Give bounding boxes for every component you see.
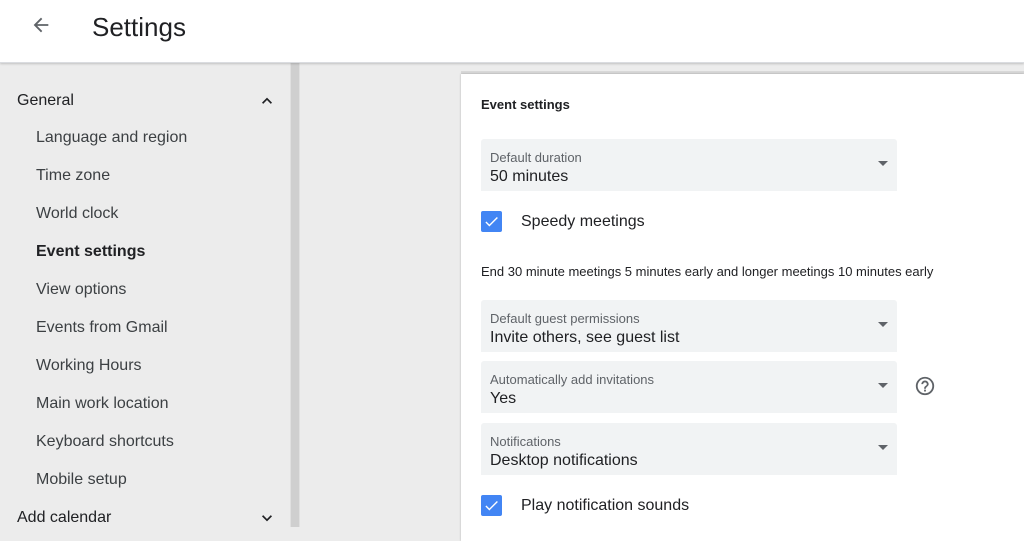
page-title: Settings [92, 12, 186, 42]
sidebar-item-working-hours[interactable]: Working Hours [0, 348, 290, 386]
sidebar-item-world-clock[interactable]: World clock [0, 196, 290, 234]
sidebar-item-label: Language and region [36, 129, 188, 146]
sidebar-item-label: Main work location [36, 395, 169, 412]
sidebar-item-label: Events from Gmail [36, 319, 168, 336]
back-button[interactable] [24, 8, 58, 42]
select-value: Desktop notifications [490, 452, 638, 469]
select-label: Automatically add invitations [490, 372, 655, 387]
dropdown-caret-icon [878, 161, 888, 166]
speedy-meetings-label: Speedy meetings [521, 213, 645, 230]
sidebar-item-label: View options [36, 281, 127, 298]
select-label: Default guest permissions [490, 311, 640, 326]
sidebar-item-language-and-region[interactable]: Language and region [0, 120, 290, 158]
sidebar-scrollbar-thumb[interactable] [291, 63, 299, 527]
select-value: Yes [490, 390, 517, 407]
sidebar-item-label: Time zone [36, 167, 111, 184]
chevron-down-icon [262, 515, 272, 522]
guest-permissions-select[interactable]: Default guest permissions Invite others,… [481, 300, 897, 352]
dropdown-caret-icon [878, 445, 888, 450]
arrow-back-icon [33, 17, 49, 33]
default-duration-select[interactable]: Default duration 50 minutes [481, 139, 897, 191]
sidebar-item-label: Keyboard shortcuts [36, 433, 174, 450]
sidebar-section-add-calendar[interactable]: Add calendar [0, 499, 290, 537]
chevron-up-icon [262, 97, 272, 104]
sidebar-item-label: World clock [36, 205, 119, 222]
select-value: 50 minutes [490, 168, 569, 185]
sidebar-item-events-from-gmail[interactable]: Events from Gmail [0, 310, 290, 348]
dropdown-caret-icon [878, 322, 888, 327]
select-label: Default duration [490, 150, 582, 165]
play-sounds-label: Play notification sounds [521, 497, 690, 514]
sidebar-item-label: Mobile setup [36, 471, 127, 488]
help-circle-icon[interactable] [914, 375, 936, 397]
app-header: Settings [0, 0, 1024, 63]
sidebar-section-label: General [17, 92, 74, 109]
sidebar-item-keyboard-shortcuts[interactable]: Keyboard shortcuts [0, 424, 290, 462]
section-heading: Event settings [481, 97, 570, 112]
speedy-meetings-description: End 30 minute meetings 5 minutes early a… [481, 264, 934, 279]
select-label: Notifications [490, 434, 561, 449]
sidebar-item-label: Event settings [36, 243, 146, 260]
speedy-meetings-checkbox-row[interactable]: Speedy meetings [481, 211, 681, 235]
sidebar-item-time-zone[interactable]: Time zone [0, 158, 290, 196]
play-sounds-checkbox[interactable] [481, 495, 502, 516]
play-sounds-checkbox-row[interactable]: Play notification sounds [481, 495, 721, 519]
add-invitations-select[interactable]: Automatically add invitations Yes [481, 361, 897, 413]
dropdown-caret-icon [878, 383, 888, 388]
notifications-select[interactable]: Notifications Desktop notifications [481, 423, 897, 475]
sidebar-item-event-settings[interactable]: Event settings [0, 234, 290, 272]
checkmark-icon [485, 216, 498, 227]
previous-card-edge [461, 63, 1024, 74]
sidebar-item-view-options[interactable]: View options [0, 272, 290, 310]
speedy-meetings-checkbox[interactable] [481, 211, 502, 232]
sidebar-section-label: Add calendar [17, 509, 112, 526]
sidebar-section-general[interactable]: General [0, 82, 290, 120]
sidebar-item-label: Working Hours [36, 357, 142, 374]
select-value: Invite others, see guest list [490, 329, 680, 346]
sidebar-item-main-work-location[interactable]: Main work location [0, 386, 290, 424]
sidebar-item-mobile-setup[interactable]: Mobile setup [0, 462, 290, 500]
checkmark-icon [485, 500, 498, 511]
